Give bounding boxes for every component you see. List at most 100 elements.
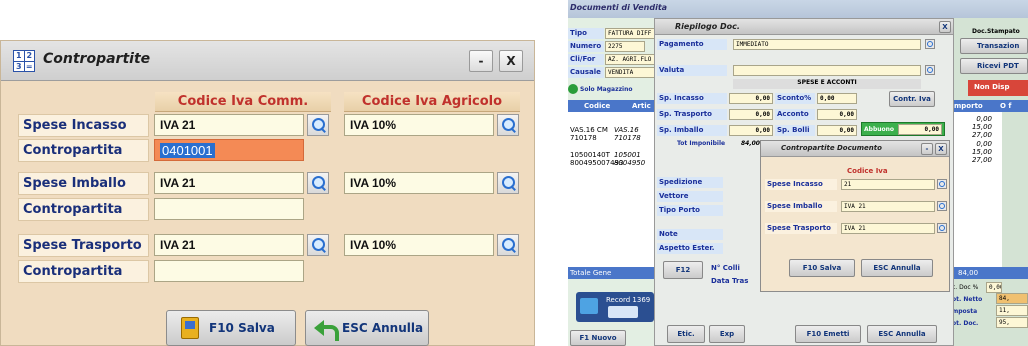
contropartita-trasporto-field[interactable]	[154, 260, 304, 282]
importo-value: 15,00	[971, 123, 992, 131]
close-button[interactable]: X	[499, 50, 523, 72]
spese-label: Sp. Incasso	[657, 93, 727, 104]
record-navigator: Record 1369	[576, 292, 654, 322]
iva-agri-incasso-field[interactable]: IVA 10%	[344, 114, 494, 136]
iva-comm-trasporto-field[interactable]: IVA 21	[154, 234, 304, 256]
valuta-field[interactable]	[733, 65, 921, 76]
search-icon[interactable]	[307, 114, 329, 136]
first-record-icon[interactable]	[580, 298, 598, 314]
search-icon[interactable]	[307, 234, 329, 256]
spese-value[interactable]: 0,00	[729, 93, 773, 104]
importo-o-label: O f	[1000, 102, 1012, 110]
contro-doc-cancel-button[interactable]: ESC Annulla	[861, 259, 933, 277]
spese-value[interactable]: 0,00	[817, 125, 857, 136]
bg-field-numero[interactable]: 2275	[605, 41, 645, 52]
importo-value: 0,00	[976, 115, 992, 123]
minimize-button[interactable]: -	[469, 50, 493, 72]
spese-value[interactable]: 0,00	[729, 109, 773, 120]
search-icon[interactable]	[937, 179, 947, 189]
f10-save-button[interactable]: F10 Salva	[166, 310, 296, 346]
ricevi-pdt-label: Ricevi PDT	[977, 62, 1019, 70]
doc-stampato-label: Doc.Stampato	[972, 28, 1020, 35]
record-label: Record 1369	[606, 296, 651, 304]
search-icon[interactable]	[937, 201, 947, 211]
search-icon[interactable]	[497, 234, 519, 256]
status-dot-icon	[568, 84, 578, 94]
contro-doc-label: Spese Incasso	[765, 179, 837, 190]
spese-value[interactable]: 0,00	[817, 93, 857, 104]
riepilogo-titlebar: Riepilogo Doc. X	[655, 19, 953, 35]
riepilogo-close-button[interactable]: X	[939, 21, 951, 33]
importo-value: 27,00	[971, 156, 992, 164]
non-disp-badge: Non Disp	[968, 80, 1028, 96]
contropartita-incasso-value: 0401001	[160, 143, 215, 158]
contro-doc-save-button[interactable]: F10 Salva	[789, 259, 855, 277]
importo-value: 15,00	[971, 148, 992, 156]
importo-total: 84,00	[958, 269, 979, 277]
label-contropartita-imballo: Contropartita	[18, 198, 149, 221]
bg-field-tipo[interactable]: FATTURA DIFF	[605, 28, 655, 39]
grid-code[interactable]: 710178	[570, 134, 597, 142]
abbuono-field[interactable]: 0,00	[898, 124, 942, 135]
contro-doc-field[interactable]: IVA 21	[841, 201, 935, 212]
grid-code-2[interactable]: 105001	[614, 151, 641, 159]
iva-agri-trasporto-field[interactable]: IVA 10%	[344, 234, 494, 256]
importo-header: mporto O f	[952, 100, 1028, 112]
contro-doc-close[interactable]: X	[935, 143, 947, 155]
search-icon[interactable]	[925, 65, 935, 75]
grid-code-2[interactable]: 8004950	[614, 159, 645, 167]
iva-agri-imballo-field[interactable]: IVA 10%	[344, 172, 494, 194]
f10-emetti-button[interactable]: F10 Emetti	[795, 325, 861, 343]
f12-button[interactable]: F12	[663, 261, 703, 279]
contro-doc-field[interactable]: 21	[841, 179, 935, 190]
contro-doc-minimize[interactable]: -	[921, 143, 933, 155]
spese-label: Sp. Imballo	[657, 125, 727, 136]
spese-value[interactable]: 0,00	[817, 109, 857, 120]
transazione-button[interactable]: Transazion	[960, 38, 1028, 54]
bg-field-clifor[interactable]: AZ. AGRI.FLO	[605, 54, 655, 65]
spese-value[interactable]: 0,00	[729, 125, 773, 136]
prev-record-icon[interactable]	[608, 306, 638, 318]
esc-cancel-button[interactable]: ESC Annulla	[305, 310, 429, 346]
summary-label: c. Doc %	[952, 284, 979, 291]
contro-doc-col: Codice Iva	[847, 167, 888, 175]
exp-button[interactable]: Exp	[709, 325, 745, 343]
etic-button[interactable]: Etic.	[667, 325, 705, 343]
contropartite-dialog: 1 2 3 = Contropartite - X Codice Iva Comm. …	[0, 40, 535, 346]
dialog-title: Contropartite	[43, 51, 151, 67]
bg-label-causale: Causale	[568, 67, 604, 78]
search-icon[interactable]	[307, 172, 329, 194]
col-header-iva-agricolo: Codice Iva Agricolo	[344, 92, 520, 112]
search-icon[interactable]	[925, 39, 935, 49]
summary-value: 95,	[996, 317, 1028, 328]
search-icon[interactable]	[497, 114, 519, 136]
pagamento-label: Pagamento	[657, 39, 727, 50]
grid-code[interactable]: VAS.16 CM	[570, 126, 608, 134]
riepilogo-esc-button[interactable]: ESC Annulla	[867, 325, 937, 343]
valuta-label: Valuta	[657, 65, 727, 76]
grid-code-2[interactable]: VAS.16	[614, 126, 639, 134]
side-label: Spedizione	[657, 177, 723, 188]
ricevi-pdt-button[interactable]: Ricevi PDT	[960, 58, 1028, 74]
search-icon[interactable]	[497, 172, 519, 194]
bg-label-numero: Numero	[568, 41, 604, 52]
transazione-label: Transazion	[977, 42, 1020, 50]
riepilogo-title: Riepilogo Doc.	[675, 22, 740, 31]
contro-doc-titlebar: Contropartite Documento - X	[761, 141, 949, 157]
spese-label: Sp. Trasporto	[657, 109, 727, 120]
pagamento-field[interactable]: IMMEDIATO	[733, 39, 921, 50]
contr-iva-button[interactable]: Contr. Iva	[889, 91, 935, 107]
search-icon[interactable]	[937, 223, 947, 233]
floppy-save-icon	[181, 317, 199, 339]
contropartita-incasso-field[interactable]: 0401001	[154, 139, 304, 161]
f1-nuovo-button[interactable]: F1 Nuovo	[570, 330, 626, 346]
iva-comm-incasso-field[interactable]: IVA 21	[154, 114, 304, 136]
bg-field-causale[interactable]: VENDITA	[605, 67, 655, 78]
bg-label-clifor: Cli/For	[568, 54, 604, 65]
contro-doc-field[interactable]: IVA 21	[841, 223, 935, 234]
grid-code[interactable]: 10500140T	[570, 151, 610, 159]
contropartita-imballo-field[interactable]	[154, 198, 304, 220]
iva-comm-imballo-field[interactable]: IVA 21	[154, 172, 304, 194]
grid-code-2[interactable]: 710178	[614, 134, 641, 142]
save-button-label: F10 Salva	[209, 321, 275, 335]
